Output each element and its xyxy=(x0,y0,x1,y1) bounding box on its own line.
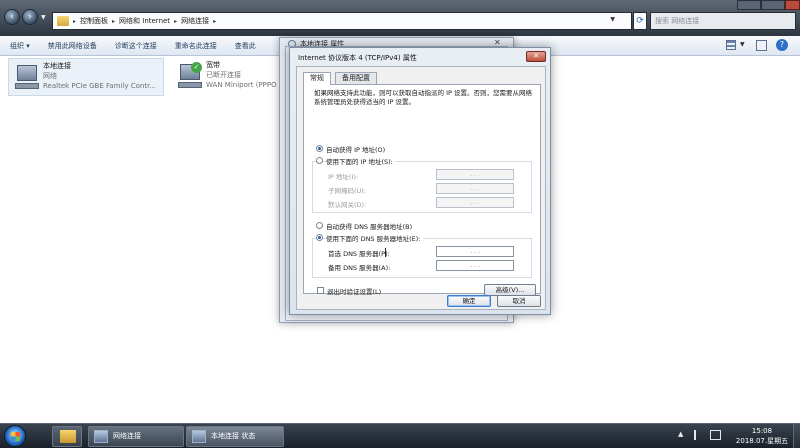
dns-auto-radio[interactable] xyxy=(316,222,323,229)
general-tab-panel: 如果网络支持此功能，则可以获取自动指派的 IP 设置。否则，您需要从网络系统管理… xyxy=(303,84,541,296)
dns-manual-radio[interactable] xyxy=(316,234,323,241)
tab-general[interactable]: 常规 xyxy=(303,72,331,85)
view-options-icon[interactable] xyxy=(726,40,736,50)
connection-status: 已断开连接 xyxy=(206,71,241,79)
back-button[interactable]: ‹ xyxy=(4,9,20,25)
tray-overflow-icon[interactable]: ▲ xyxy=(678,430,683,438)
refresh-button[interactable]: ⟳ xyxy=(633,12,647,30)
connection-status: 网络 xyxy=(43,72,57,80)
preview-pane-icon[interactable] xyxy=(756,40,767,51)
connection-device: WAN Miniport (PPPO xyxy=(206,81,277,89)
text-cursor-icon xyxy=(385,248,386,257)
rename-button[interactable]: 重命名此连接 xyxy=(175,41,217,51)
alternate-dns-field[interactable]: . . . xyxy=(436,260,514,271)
organize-menu[interactable]: 组织 ▾ xyxy=(10,41,30,51)
system-clock[interactable]: 15:08 2018.07.星期五 xyxy=(732,426,792,446)
taskbar-task-label: 本地连接 状态 xyxy=(211,432,256,440)
chevron-right-icon: ▸ xyxy=(174,17,178,25)
ip-address-label: IP 地址(I): xyxy=(328,173,359,181)
address-dropdown-icon[interactable]: ▼ xyxy=(610,16,615,23)
clock-date: 2018.07.星期五 xyxy=(735,437,789,445)
forward-button[interactable]: › xyxy=(22,9,38,25)
maximize-button[interactable] xyxy=(761,0,785,10)
connection-name: 本地连接 xyxy=(43,62,71,70)
intro-text: 如果网络支持此功能，则可以获取自动指派的 IP 设置。否则，您需要从网络系统管理… xyxy=(314,89,532,106)
dialog-title: Internet 协议版本 4 (TCP/IPv4) 属性 xyxy=(298,54,417,62)
view-status-button[interactable]: 查看此 xyxy=(235,41,256,51)
tray-network-icon[interactable] xyxy=(710,430,721,440)
show-desktop-button[interactable] xyxy=(793,424,800,448)
control-panel-icon xyxy=(57,16,69,26)
breadcrumb-network-connections[interactable]: 网络连接 xyxy=(181,16,209,26)
validate-on-exit-checkbox[interactable] xyxy=(317,287,324,294)
default-gateway-field[interactable]: . . . xyxy=(436,197,514,208)
taskbar-task-network-connections[interactable]: 网络连接 xyxy=(88,426,184,447)
ipv4-properties-dialog: Internet 协议版本 4 (TCP/IPv4) 属性 ✕ 常规 备用配置 … xyxy=(289,47,551,315)
address-bar[interactable]: ▸ 控制面板 ▸ 网络和 Internet ▸ 网络连接 ▸ ▼ xyxy=(52,12,632,30)
view-dropdown-icon[interactable]: ▼ xyxy=(740,41,745,48)
help-icon[interactable]: ? xyxy=(776,39,788,51)
breadcrumb-control-panel[interactable]: 控制面板 xyxy=(80,16,108,26)
breadcrumb-network-internet[interactable]: 网络和 Internet xyxy=(119,16,170,26)
check-badge-icon: ✓ xyxy=(191,62,202,73)
ip-auto-label: 自动获得 IP 地址(O) xyxy=(326,146,386,154)
cancel-button[interactable]: 取消 xyxy=(497,295,541,307)
dialog-body: 常规 备用配置 如果网络支持此功能，则可以获取自动指派的 IP 设置。否则，您需… xyxy=(296,66,546,310)
dns-manual-group xyxy=(312,238,532,278)
dns-auto-label: 自动获得 DNS 服务器地址(B) xyxy=(326,223,413,231)
connection-item-broadband[interactable]: ✓ 宽带 已断开连接 WAN Miniport (PPPO xyxy=(172,58,282,96)
ip-manual-radio[interactable] xyxy=(316,157,323,164)
search-input[interactable]: 搜索 网络连接 xyxy=(650,12,796,30)
connection-name: 宽带 xyxy=(206,61,220,69)
folder-icon xyxy=(60,430,76,443)
subnet-mask-label: 子网掩码(U): xyxy=(328,187,367,195)
action-center-flag-icon[interactable] xyxy=(694,430,703,440)
recent-pages-arrow-icon[interactable]: ▼ xyxy=(41,14,46,21)
broadband-adapter-icon: ✓ xyxy=(176,62,202,90)
taskbar-task-label: 网络连接 xyxy=(113,432,141,440)
dialog-close-button[interactable]: ✕ xyxy=(526,51,546,62)
close-window-button[interactable] xyxy=(785,0,800,10)
connection-device: Realtek PCIe GBE Family Contr... xyxy=(43,82,157,90)
preferred-dns-label: 首选 DNS 服务器(P): xyxy=(328,250,390,258)
chevron-right-icon: ▸ xyxy=(73,17,77,25)
start-button[interactable] xyxy=(4,425,26,447)
network-adapter-icon xyxy=(13,63,39,91)
clock-time: 15:08 xyxy=(751,427,773,435)
disable-device-button[interactable]: 禁用此网络设备 xyxy=(48,41,97,51)
connection-item-local[interactable]: 本地连接 网络 Realtek PCIe GBE Family Contr... xyxy=(8,58,164,96)
network-folder-icon xyxy=(94,430,108,443)
taskbar-task-local-status[interactable]: 本地连接 状态 xyxy=(186,426,284,447)
preferred-dns-field[interactable]: . . . xyxy=(436,246,514,257)
chevron-right-icon: ▸ xyxy=(112,17,116,25)
explorer-titlebar: ‹ › ▼ ▸ 控制面板 ▸ 网络和 Internet ▸ 网络连接 ▸ ▼ ⟳… xyxy=(0,0,800,36)
network-status-icon xyxy=(192,430,206,443)
ip-auto-radio[interactable] xyxy=(316,145,323,152)
ip-address-field[interactable]: . . . xyxy=(436,169,514,180)
taskbar-explorer-pin[interactable] xyxy=(52,426,82,447)
chevron-right-icon: ▸ xyxy=(213,17,217,25)
validate-on-exit-label: 退出时验证设置(L) xyxy=(327,288,382,296)
minimize-button[interactable] xyxy=(737,0,761,10)
alternate-dns-label: 备用 DNS 服务器(A): xyxy=(328,264,391,272)
tab-alternate-config[interactable]: 备用配置 xyxy=(335,72,377,84)
dns-manual-label: 使用下面的 DNS 服务器地址(E): xyxy=(326,233,423,243)
ip-manual-label: 使用下面的 IP 地址(S): xyxy=(326,156,395,166)
taskbar: 网络连接 本地连接 状态 ▲ 15:08 2018.07.星期五 xyxy=(0,423,800,448)
subnet-mask-field[interactable]: . . . xyxy=(436,183,514,194)
ok-button[interactable]: 确定 xyxy=(447,295,491,307)
diagnose-button[interactable]: 诊断这个连接 xyxy=(115,41,157,51)
default-gateway-label: 默认网关(D): xyxy=(328,201,367,209)
